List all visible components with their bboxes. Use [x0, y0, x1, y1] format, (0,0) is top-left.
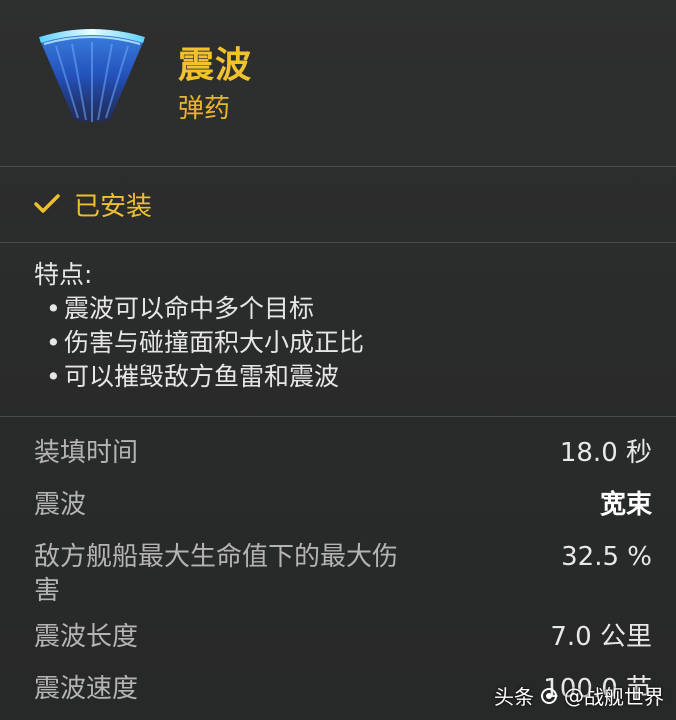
feature-text: 可以摧毁敌方鱼雷和震波: [64, 362, 340, 391]
stat-value: 18.0 秒: [559, 438, 652, 468]
stat-label: 敌方舰船最大生命值下的最大伤害: [34, 542, 399, 606]
shockwave-ammo-icon: [39, 29, 145, 122]
watermark-at: @: [564, 683, 584, 708]
bullet: •: [46, 362, 61, 391]
stat-value: 宽束: [599, 490, 652, 520]
ammo-tooltip-panel: 震波 弹药 已安装 特点: • 震波可以命中多个目标 • 伤害与碰撞面积大小成正…: [0, 0, 676, 720]
feature-text: 伤害与碰撞面积大小成正比: [64, 328, 365, 357]
features-section: 特点: • 震波可以命中多个目标 • 伤害与碰撞面积大小成正比 • 可以摧毁敌方…: [34, 258, 364, 394]
installed-label: 已安装: [74, 191, 153, 222]
divider: [0, 166, 676, 167]
features-title: 特点:: [34, 260, 93, 289]
feature-item: • 震波可以命中多个目标: [34, 292, 364, 326]
stat-value: 32.5 %: [561, 542, 652, 572]
at-icon: [541, 687, 557, 704]
installed-status: 已安装: [34, 184, 152, 224]
feature-item: • 伤害与碰撞面积大小成正比: [34, 326, 364, 360]
check-icon: [34, 194, 60, 213]
bullet: •: [46, 328, 61, 357]
stat-label: 震波长度: [34, 622, 139, 652]
ammo-category: 弹药: [178, 94, 231, 124]
ammo-title: 震波: [178, 45, 253, 86]
watermark-name: 战舰世界: [584, 685, 664, 709]
divider: [0, 416, 676, 417]
stat-value: 7.0 公里: [550, 622, 652, 652]
watermark-prefix: 头条: [494, 685, 534, 709]
tooltip-header: 震波 弹药: [0, 0, 676, 166]
feature-item: • 可以摧毁敌方鱼雷和震波: [34, 360, 364, 394]
watermark: 头条 @ 战舰世界: [494, 681, 664, 710]
bullet: •: [46, 294, 61, 323]
feature-text: 震波可以命中多个目标: [64, 294, 315, 323]
feature-list: • 震波可以命中多个目标 • 伤害与碰撞面积大小成正比 • 可以摧毁敌方鱼雷和震…: [34, 292, 364, 394]
stat-label: 装填时间: [34, 438, 139, 468]
stat-label: 震波速度: [34, 674, 139, 704]
divider: [0, 242, 676, 243]
stat-label: 震波: [34, 490, 87, 520]
